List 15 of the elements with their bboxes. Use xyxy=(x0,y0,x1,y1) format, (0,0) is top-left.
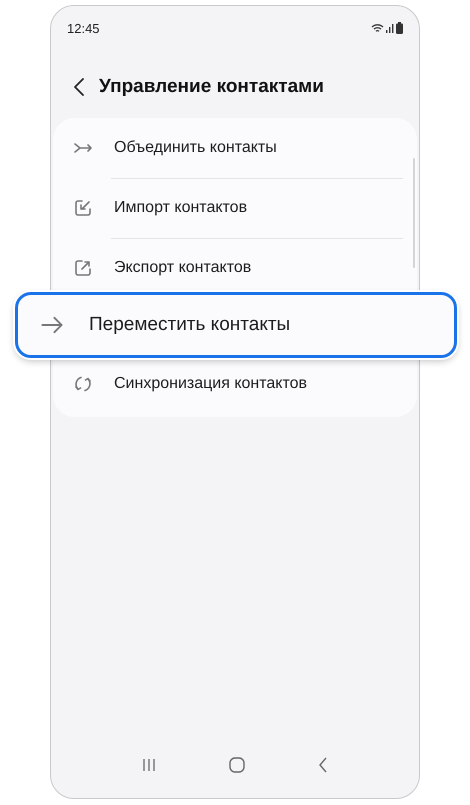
battery-icon xyxy=(396,22,403,34)
import-box-icon xyxy=(73,198,93,218)
menu-item[interactable]: Импорт контактов xyxy=(53,178,417,238)
back-nav-button[interactable] xyxy=(318,757,328,773)
page-title: Управление контактами xyxy=(99,76,324,98)
menu-item[interactable]: Объединить контакты xyxy=(53,118,417,178)
recent-apps-button[interactable] xyxy=(142,758,156,772)
wifi-icon xyxy=(371,22,384,34)
sync-arrows-icon xyxy=(73,374,93,394)
signal-icon xyxy=(386,23,394,33)
export-box-icon xyxy=(73,258,93,278)
status-time: 12:45 xyxy=(67,20,100,36)
menu-item[interactable]: Переместить контакты xyxy=(15,292,457,358)
back-button[interactable] xyxy=(73,77,85,97)
home-button[interactable] xyxy=(228,757,245,773)
